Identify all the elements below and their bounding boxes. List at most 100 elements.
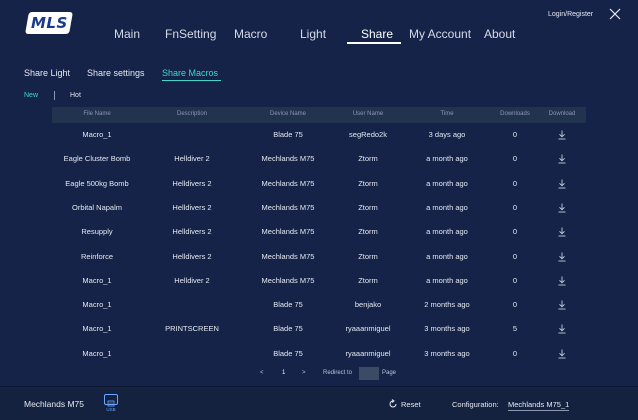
tab-share-macros[interactable]: Share Macros <box>162 68 218 78</box>
cell-description: Helldivers 2 <box>172 227 212 237</box>
table-row: Eagle 500kg Bomb Helldivers 2 Mechlands M7… <box>52 176 586 194</box>
main-nav: Main FnSetting Macro Light Share My Acco… <box>0 27 638 43</box>
cell-time: a month ago <box>426 178 468 188</box>
cell-downloads: 0 <box>512 154 518 164</box>
cell-file-name: Resupply <box>81 227 113 237</box>
tab-share-light[interactable]: Share Light <box>24 68 70 78</box>
download-icon[interactable] <box>558 276 567 286</box>
table-header: File Name Description Device Name User N… <box>52 107 586 123</box>
cell-time: a month ago <box>426 154 468 164</box>
reset-icon[interactable] <box>388 399 398 409</box>
cell-user-name: Ztorm <box>358 251 378 261</box>
reset-button[interactable]: Reset <box>401 400 421 409</box>
current-page-number[interactable]: 1 <box>282 370 285 376</box>
download-icon[interactable] <box>558 227 567 237</box>
cell-time: a month ago <box>426 275 468 285</box>
cell-file-name: Reinforce <box>80 251 114 261</box>
table-row: Macro_1 Blade 75 benjako 2 months ago 0 <box>52 297 586 315</box>
cell-downloads: 0 <box>512 130 518 139</box>
cell-file-name: Orbital Napalm <box>71 202 123 212</box>
filter-hot[interactable]: Hot <box>70 92 81 99</box>
download-icon[interactable] <box>558 300 567 310</box>
cell-device-name: Mechlands M75 <box>261 275 315 285</box>
download-icon[interactable] <box>558 203 567 213</box>
table-row: Macro_1 Blade 75 segRedo2k 3 days ago 0 <box>52 127 586 145</box>
cell-device-name: Blade 75 <box>273 348 303 358</box>
top-bar: MLS Main FnSetting Macro Light Share My … <box>0 0 638 48</box>
page-label: Page <box>382 370 397 376</box>
cell-downloads: 0 <box>512 275 518 285</box>
login-register-link[interactable]: Login/Register <box>548 11 593 18</box>
cell-file-name: Macro_1 <box>82 324 112 334</box>
column-header-time: Time <box>440 111 454 117</box>
download-icon[interactable] <box>558 154 567 164</box>
cell-file-name: Eagle 500kg Bomb <box>65 178 129 188</box>
cell-user-name: Ztorm <box>358 154 378 164</box>
column-header-user-name: User Name <box>352 111 384 117</box>
nav-main[interactable]: Main <box>114 27 140 41</box>
next-page-button[interactable]: > <box>302 370 306 376</box>
table-row: Reinforce Helldivers 2 Mechlands M75 Ztorm a… <box>52 249 586 267</box>
usb-label: USB <box>106 407 116 412</box>
cell-description: Helldivers 2 <box>172 202 212 212</box>
cell-user-name: Ztorm <box>358 227 378 237</box>
table-row: Orbital Napalm Helldivers 2 Mechlands M75 Z… <box>52 200 586 218</box>
table-row: Resupply Helldivers 2 Mechlands M75 Ztorm a … <box>52 224 586 242</box>
cell-file-name: Macro_1 <box>82 275 112 285</box>
column-header-description: Description <box>176 111 208 117</box>
nav-my-account[interactable]: My Account <box>409 27 471 41</box>
redirect-label: Redirect to <box>323 370 353 376</box>
active-nav-underline <box>347 42 401 44</box>
nav-about[interactable]: About <box>484 27 515 41</box>
download-icon[interactable] <box>558 252 567 262</box>
configuration-select[interactable]: Mechlands M75_1 <box>508 400 570 411</box>
cell-file-name: Macro_1 <box>82 348 112 358</box>
table-row: Macro_1 PRINTSCREEN Blade 75 ryaaanmiguel 3 … <box>52 321 586 339</box>
cell-description: Helldiver 2 <box>174 154 210 164</box>
page-number-input[interactable] <box>359 367 379 380</box>
cell-user-name: Ztorm <box>358 178 378 188</box>
table-row: Eagle Cluster Bomb Helldiver 2 Mechlands M… <box>52 151 586 169</box>
prev-page-button[interactable]: < <box>260 370 264 376</box>
cell-description: PRINTSCREEN <box>165 324 219 334</box>
cell-device-name: Mechlands M75 <box>261 178 315 188</box>
column-header-device-name: Device Name <box>269 111 307 117</box>
cell-device-name: Mechlands M75 <box>261 227 315 237</box>
download-icon[interactable] <box>558 349 567 359</box>
close-icon[interactable] <box>609 8 621 20</box>
cell-device-name: Blade 75 <box>273 130 303 139</box>
table-row: Macro_1 Helldiver 2 Mechlands M75 Ztorm a mo… <box>52 273 586 291</box>
cell-device-name: Mechlands M75 <box>261 154 315 164</box>
cell-time: a month ago <box>426 227 468 237</box>
download-icon[interactable] <box>558 324 567 334</box>
column-header-download: Download <box>548 111 576 117</box>
cell-downloads: 0 <box>512 348 518 358</box>
filter-divider <box>54 91 55 100</box>
nav-light[interactable]: Light <box>300 27 326 41</box>
nav-share[interactable]: Share <box>361 27 393 41</box>
nav-fnsetting[interactable]: FnSetting <box>165 27 216 41</box>
column-header-downloads: Downloads <box>500 111 530 117</box>
cell-user-name: benjako <box>354 300 382 310</box>
cell-file-name: Eagle Cluster Bomb <box>63 154 131 164</box>
tab-share-settings[interactable]: Share settings <box>87 68 145 78</box>
cell-user-name: ryaaanmiguel <box>345 324 391 334</box>
cell-downloads: 0 <box>512 300 518 310</box>
download-icon[interactable] <box>558 179 567 189</box>
cell-description: Helldivers 2 <box>172 251 212 261</box>
nav-macro[interactable]: Macro <box>234 27 267 41</box>
cell-device-name: Blade 75 <box>273 300 303 310</box>
cell-time: 3 months ago <box>424 324 470 334</box>
cell-downloads: 0 <box>512 251 518 261</box>
cell-user-name: ryaaanmiguel <box>345 348 391 358</box>
download-icon[interactable] <box>558 130 567 140</box>
cell-downloads: 0 <box>512 202 518 212</box>
cell-file-name: Macro_1 <box>82 300 112 310</box>
cell-time: 3 months ago <box>424 348 470 358</box>
cell-file-name: Macro_1 <box>82 130 112 139</box>
cell-user-name: segRedo2k <box>349 130 387 139</box>
usb-icon <box>104 394 118 407</box>
cell-time: 3 days ago <box>428 130 466 139</box>
cell-description: Helldivers 2 <box>172 178 212 188</box>
filter-new[interactable]: New <box>24 92 38 99</box>
